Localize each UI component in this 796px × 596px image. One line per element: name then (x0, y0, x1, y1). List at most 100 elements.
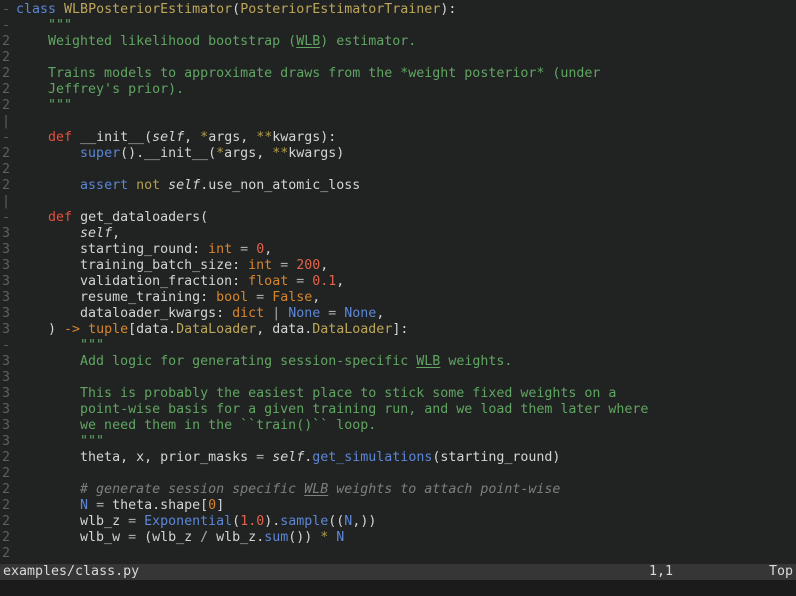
code-token: ): (440, 2, 456, 17)
code-token: kwargs) (288, 146, 344, 161)
code-token: """ (16, 18, 72, 33)
code-token: N (336, 530, 344, 545)
code-line[interactable]: - """ (0, 18, 796, 34)
code-line[interactable]: 3 Add logic for generating session-speci… (0, 354, 796, 370)
code-token: wlb_z. (208, 530, 264, 545)
code-line[interactable]: 2 (0, 546, 796, 562)
code-token: we need them in the ``train()`` loop. (16, 418, 376, 433)
code-token: (starting_round) (432, 450, 560, 465)
code-token: PosteriorEstimatorTrainer (240, 2, 440, 17)
code-token: , (336, 274, 344, 289)
code-line[interactable]: 3 ) -> tuple[data.DataLoader, data.DataL… (0, 322, 796, 338)
code-token: int (208, 242, 232, 257)
code-token: """ (16, 98, 72, 113)
code-token: / (200, 530, 208, 545)
code-token: dataloader_kwargs: (16, 306, 232, 321)
code-token: 200 (296, 258, 320, 273)
fold-indicator: 2 (0, 34, 16, 50)
code-token: validation_fraction: (16, 274, 248, 289)
code-token: = (272, 258, 296, 273)
code-token (16, 210, 48, 225)
code-token: bool (216, 290, 248, 305)
statusbar-cursor-position: 1,1 (649, 564, 673, 580)
code-token: = (88, 498, 112, 513)
code-line[interactable]: 2 Trains models to approximate draws fro… (0, 66, 796, 82)
editor-buffer[interactable]: -class WLBPosteriorEstimator(PosteriorEs… (0, 0, 796, 564)
code-line[interactable]: - def get_dataloaders( (0, 210, 796, 226)
code-line[interactable]: 3 point-wise basis for a given training … (0, 402, 796, 418)
code-token: False (272, 290, 312, 305)
code-token: ** (256, 130, 272, 145)
fold-indicator: 3 (0, 306, 16, 322)
command-line[interactable] (0, 580, 796, 596)
code-line[interactable]: 3 training_batch_size: int = 200, (0, 258, 796, 274)
code-line[interactable]: 2 (0, 162, 796, 178)
code-line[interactable]: 3 starting_round: int = 0, (0, 242, 796, 258)
code-token: # generate session specific (16, 482, 304, 497)
code-token (16, 498, 80, 513)
code-line[interactable]: 2 # generate session specific WLB weight… (0, 482, 796, 498)
code-token: """ (16, 338, 104, 353)
code-line[interactable]: 3 resume_training: bool = False, (0, 290, 796, 306)
code-token: sample (280, 514, 328, 529)
code-token: = (320, 306, 344, 321)
code-token (16, 146, 80, 161)
code-line[interactable]: 3 This is probably the easiest place to … (0, 386, 796, 402)
code-token: training_batch_size: (16, 258, 248, 273)
code-token: """ (16, 434, 104, 449)
code-line[interactable]: 2 Jeffrey's prior). (0, 82, 796, 98)
fold-indicator: | (0, 194, 16, 210)
code-line[interactable]: 2 wlb_w = (wlb_z / wlb_z.sum()) * N (0, 530, 796, 546)
fold-indicator: 3 (0, 370, 16, 386)
code-line[interactable]: 3 validation_fraction: float = 0.1, (0, 274, 796, 290)
code-token: [data. (128, 322, 176, 337)
code-token: WLB (296, 34, 320, 49)
code-line[interactable]: 3 we need them in the ``train()`` loop. (0, 418, 796, 434)
fold-indicator: 3 (0, 226, 16, 242)
fold-indicator: 2 (0, 546, 16, 562)
code-line[interactable]: 2 theta, x, prior_masks = self.get_simul… (0, 450, 796, 466)
fold-indicator: - (0, 2, 16, 18)
code-token: , (312, 290, 320, 305)
code-line[interactable]: 2 (0, 50, 796, 66)
code-line[interactable]: | (0, 114, 796, 130)
code-line[interactable]: 2 assert not self.use_non_atomic_loss (0, 178, 796, 194)
code-line[interactable]: - def __init__(self, *args, **kwargs): (0, 130, 796, 146)
code-token: ( (232, 514, 240, 529)
code-token: weights. (440, 354, 512, 369)
code-token: = (248, 290, 272, 305)
code-line[interactable]: -class WLBPosteriorEstimator(PosteriorEs… (0, 2, 796, 18)
code-token: ()) (288, 530, 320, 545)
code-token: , (112, 226, 120, 241)
code-token: DataLoader (312, 322, 392, 337)
code-line[interactable]: 3 dataloader_kwargs: dict | None = None, (0, 306, 796, 322)
code-token: args, (224, 146, 272, 161)
fold-indicator: - (0, 338, 16, 354)
code-token: ( (232, 2, 240, 17)
code-line[interactable]: 2 wlb_z = Exponential(1.0).sample((N,)) (0, 514, 796, 530)
code-token: , data. (256, 322, 312, 337)
code-line[interactable]: 2 (0, 466, 796, 482)
code-token: * (216, 146, 224, 161)
code-line[interactable]: 3 self, (0, 226, 796, 242)
code-token: = (288, 274, 312, 289)
fold-indicator: 2 (0, 450, 16, 466)
code-token (160, 178, 168, 193)
statusbar: examples/class.py 1,1 Top (0, 564, 796, 580)
code-line[interactable]: 3 (0, 370, 796, 386)
code-token: Jeffrey's prior). (16, 82, 184, 97)
code-token: float (248, 274, 288, 289)
code-line[interactable]: 2 Weighted likelihood bootstrap (WLB) es… (0, 34, 796, 50)
code-token: , (264, 242, 272, 257)
code-line[interactable]: - """ (0, 338, 796, 354)
code-token: def (48, 210, 72, 225)
code-line[interactable]: 3 """ (0, 434, 796, 450)
code-line[interactable]: | (0, 194, 796, 210)
code-line[interactable]: 2 """ (0, 98, 796, 114)
code-token: None (344, 306, 376, 321)
code-token: assert (80, 178, 128, 193)
fold-indicator: 3 (0, 354, 16, 370)
fold-indicator: 2 (0, 98, 16, 114)
code-line[interactable]: 2 super().__init__(*args, **kwargs) (0, 146, 796, 162)
code-line[interactable]: 2 N = theta.shape[0] (0, 498, 796, 514)
